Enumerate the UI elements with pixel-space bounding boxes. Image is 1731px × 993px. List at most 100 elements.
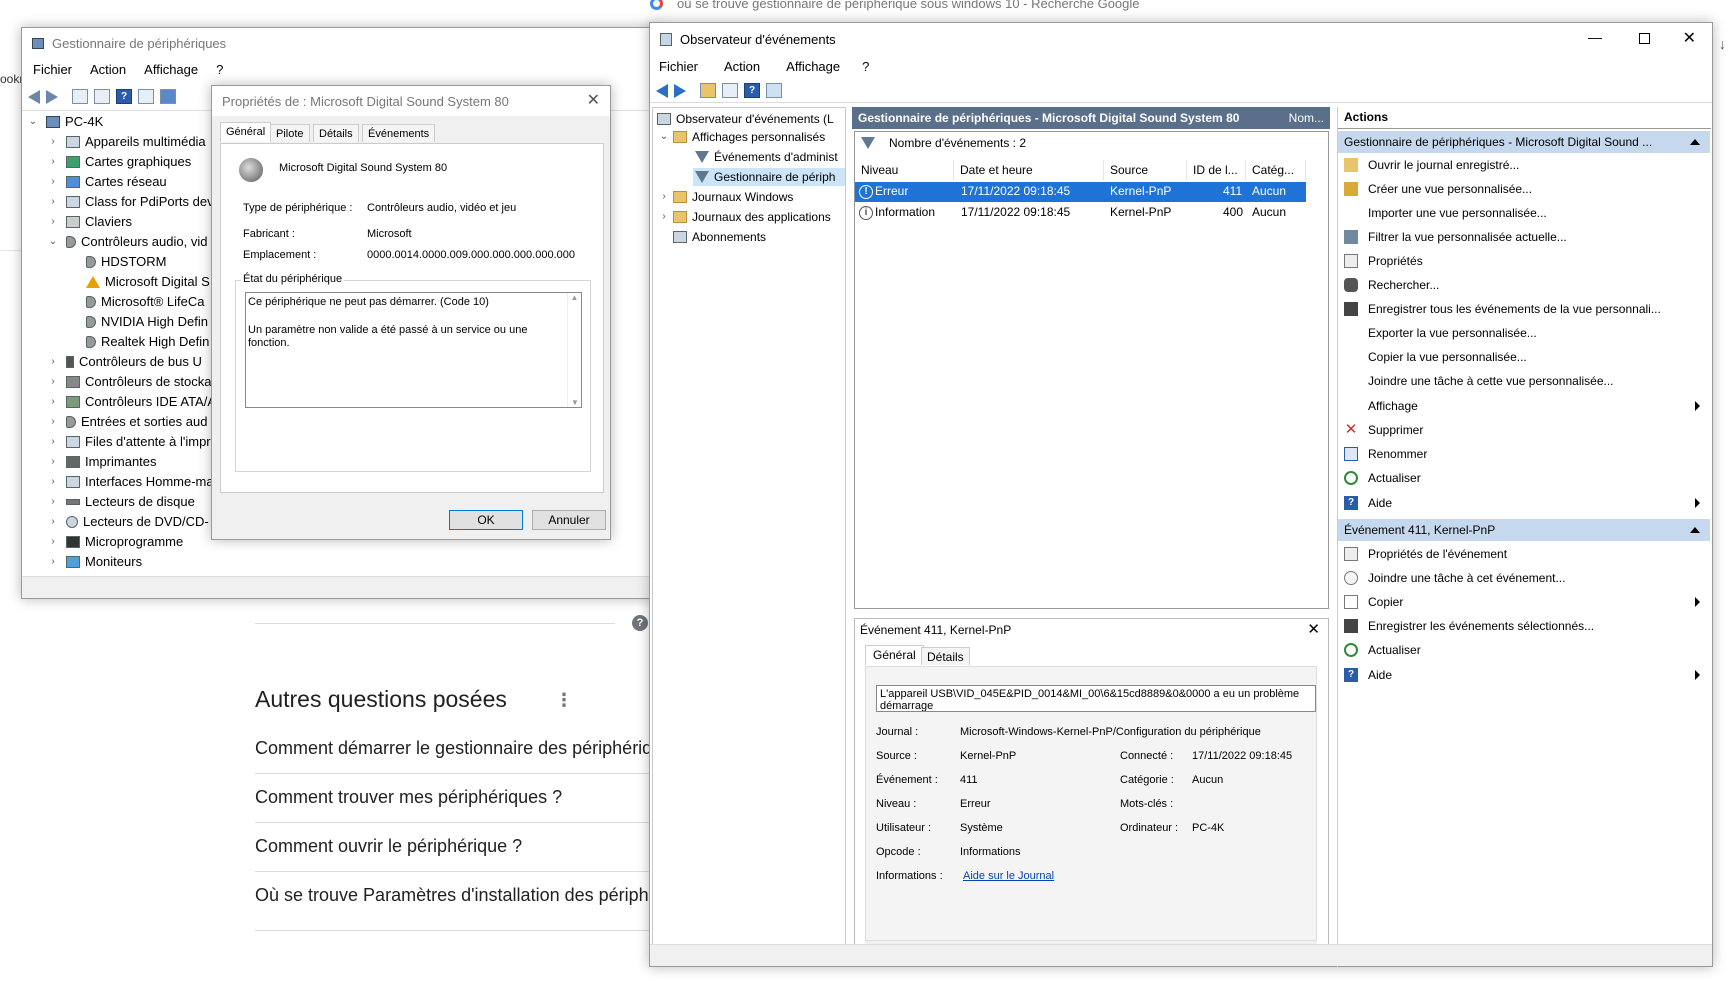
chevron-down-icon[interactable]: ⌄ xyxy=(659,128,669,146)
ev-menu-view[interactable]: Affichage xyxy=(777,59,849,74)
tree-subitem[interactable]: Microsoft Digital S xyxy=(86,273,210,291)
tree-item[interactable]: › Files d'attente à l'impr xyxy=(48,433,210,451)
chevron-right-icon[interactable]: › xyxy=(48,473,58,491)
chevron-right-icon[interactable]: › xyxy=(48,533,58,551)
cancel-button[interactable]: Annuler xyxy=(532,510,606,530)
action-view-submenu[interactable]: Affichage xyxy=(1338,395,1710,417)
tree-item[interactable]: › Contrôleurs de bus U xyxy=(48,353,202,371)
help-icon[interactable]: ? xyxy=(116,89,132,104)
chevron-right-icon[interactable]: › xyxy=(48,413,58,431)
tree-app-logs[interactable]: › Journaux des applications xyxy=(659,208,830,226)
chevron-right-icon[interactable]: › xyxy=(48,213,58,231)
tree-item[interactable]: › Lecteurs de disque xyxy=(48,493,195,511)
tree-item[interactable]: › Interfaces Homme-ma xyxy=(48,473,212,491)
tree-item[interactable]: › Moniteurs xyxy=(48,553,142,571)
tree-item[interactable]: › Claviers xyxy=(48,213,132,231)
tab-details[interactable]: Détails xyxy=(313,124,359,142)
tree-subitem[interactable]: NVIDIA High Defin xyxy=(86,313,208,331)
action-refresh[interactable]: Actualiser xyxy=(1338,467,1710,489)
column-category[interactable]: Catég... xyxy=(1246,160,1306,180)
collapse-icon[interactable] xyxy=(1690,139,1700,145)
back-icon[interactable] xyxy=(656,83,668,98)
tree-item[interactable]: › Cartes graphiques xyxy=(48,153,191,171)
chevron-right-icon[interactable]: › xyxy=(48,553,58,571)
devmgr-menu-file[interactable]: Fichier xyxy=(24,62,81,77)
actions-section-event[interactable]: Événement 411, Kernel-PnP xyxy=(1338,519,1710,541)
action-rename[interactable]: Renommer xyxy=(1338,443,1710,465)
tree-custom-views[interactable]: ⌄ Affichages personnalisés xyxy=(659,128,825,146)
tab-detail-details[interactable]: Détails xyxy=(921,647,970,665)
properties-icon[interactable] xyxy=(94,89,110,104)
scroll-up-icon[interactable]: ▲ xyxy=(568,293,581,302)
devmgr-titlebar[interactable]: Gestionnaire de périphériques xyxy=(22,28,660,58)
tree-item[interactable]: › Entrées et sorties aud xyxy=(48,413,207,431)
ev-menu-help[interactable]: ? xyxy=(853,59,878,74)
ok-button[interactable]: OK xyxy=(449,510,523,530)
chevron-right-icon[interactable]: › xyxy=(48,513,58,531)
table-row[interactable]: i Information 17/11/2022 09:18:45 Kernel… xyxy=(855,203,1306,223)
action-copy-submenu[interactable]: Copier xyxy=(1338,591,1710,613)
scroll-down-icon[interactable]: ▼ xyxy=(568,398,582,407)
table-row[interactable]: ! Erreur 17/11/2022 09:18:45 Kernel-PnP … xyxy=(855,182,1306,202)
ev-menu-file[interactable]: Fichier xyxy=(650,59,707,74)
chevron-right-icon[interactable]: › xyxy=(48,393,58,411)
tree-subitem[interactable]: Microsoft® LifeCa xyxy=(86,293,205,311)
tree-item[interactable]: › Microprogramme xyxy=(48,533,183,551)
maximize-icon[interactable] xyxy=(1639,33,1650,44)
column-source[interactable]: Source xyxy=(1104,160,1187,180)
chevron-right-icon[interactable]: › xyxy=(48,373,58,391)
devmgr-menu-action[interactable]: Action xyxy=(81,62,135,77)
tree-admin-events[interactable]: Événements d'administ xyxy=(695,148,838,166)
tree-subitem[interactable]: Realtek High Defin xyxy=(86,333,209,351)
chevron-right-icon[interactable]: › xyxy=(48,173,58,191)
column-date[interactable]: Date et heure xyxy=(954,160,1104,180)
help-icon[interactable]: ? xyxy=(744,83,760,98)
tree-item-audio[interactable]: ⌄ Contrôleurs audio, vid xyxy=(48,233,208,251)
chevron-right-icon[interactable]: › xyxy=(48,433,58,451)
up-folder-icon[interactable] xyxy=(700,83,716,98)
column-id[interactable]: ID de l... xyxy=(1187,160,1246,180)
chevron-right-icon[interactable]: › xyxy=(48,133,58,151)
back-icon[interactable] xyxy=(28,89,40,104)
tree-item[interactable]: › Cartes réseau xyxy=(48,173,166,191)
collapse-icon[interactable] xyxy=(1690,527,1700,533)
show-hide-tree-icon[interactable] xyxy=(722,83,738,98)
action-refresh-event[interactable]: Actualiser xyxy=(1338,639,1710,661)
chevron-right-icon[interactable]: › xyxy=(48,493,58,511)
browser-tab-title[interactable]: où se trouve gestionnaire de périphériqu… xyxy=(650,0,1140,11)
chevron-down-icon[interactable]: ⌄ xyxy=(48,233,58,251)
chevron-right-icon[interactable]: › xyxy=(659,208,669,226)
google-question[interactable]: Comment ouvrir le périphérique ? xyxy=(255,836,522,857)
action-find[interactable]: Rechercher... xyxy=(1338,274,1710,296)
tree-windows-logs[interactable]: › Journaux Windows xyxy=(659,188,793,206)
event-message-box[interactable]: L'appareil USB\VID_045E&PID_0014&MI_00\6… xyxy=(876,685,1316,712)
ev-titlebar[interactable]: Observateur d'événements xyxy=(650,23,1712,55)
monitor-icon[interactable] xyxy=(160,89,176,104)
actions-section-view[interactable]: Gestionnaire de périphériques - Microsof… xyxy=(1338,131,1710,153)
close-icon[interactable]: ✕ xyxy=(1683,28,1696,48)
tree-devmgr-view[interactable]: Gestionnaire de périph xyxy=(693,168,845,186)
tree-root-pc[interactable]: ⌄ PC-4K xyxy=(28,113,104,131)
action-event-properties[interactable]: Propriétés de l'événement xyxy=(1338,543,1710,565)
action-delete[interactable]: ✕ Supprimer xyxy=(1338,419,1710,441)
show-hide-console-tree-icon[interactable] xyxy=(72,89,88,104)
tree-item[interactable]: › Appareils multimédia xyxy=(48,133,205,151)
minimize-icon[interactable]: — xyxy=(1588,29,1602,45)
chevron-right-icon[interactable]: › xyxy=(48,153,58,171)
tab-driver[interactable]: Pilote xyxy=(270,124,310,142)
action-pane-icon[interactable] xyxy=(138,89,154,104)
browser-download-icon[interactable]: ↓ xyxy=(1719,36,1726,52)
tab-events[interactable]: Événements xyxy=(362,124,436,142)
action-open-saved-log[interactable]: Ouvrir le journal enregistré... xyxy=(1338,154,1710,176)
devmgr-menu-view[interactable]: Affichage xyxy=(135,62,207,77)
journal-help-link[interactable]: Aide sur le Journal xyxy=(963,870,1054,882)
tree-item[interactable]: › Class for PdiPorts dev xyxy=(48,193,212,211)
google-question[interactable]: Comment démarrer le gestionnaire des pér… xyxy=(255,738,652,759)
action-copy-custom-view[interactable]: Copier la vue personnalisée... xyxy=(1338,346,1710,368)
action-save-selected-events[interactable]: Enregistrer les événements sélectionnés.… xyxy=(1338,615,1710,637)
chevron-right-icon[interactable]: › xyxy=(48,193,58,211)
tree-subitem[interactable]: HDSTORM xyxy=(86,253,166,271)
tree-item[interactable]: › Lecteurs de DVD/CD- xyxy=(48,513,208,531)
action-create-custom-view[interactable]: Créer une vue personnalisée... xyxy=(1338,178,1710,200)
action-help-event[interactable]: ? Aide xyxy=(1338,664,1710,686)
